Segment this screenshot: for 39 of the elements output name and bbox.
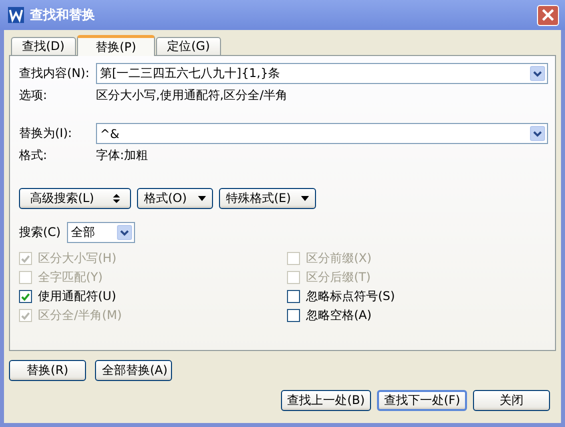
field-label: 查找内容(N): [19, 65, 90, 82]
caret-icon [300, 196, 309, 201]
button[interactable]: 全部替换(A) [95, 360, 172, 381]
checkbox[interactable] [287, 309, 300, 322]
search-label: 搜索(C) [19, 224, 62, 241]
checkbox-label: 区分前缀(X) [306, 250, 372, 267]
option-button[interactable]: 格式(O) [137, 188, 213, 209]
options-label: 选项: [19, 86, 48, 104]
tab[interactable]: 定位(G) [156, 37, 221, 55]
button[interactable]: 替换(R) [9, 360, 86, 381]
window-title: 查找和替换 [30, 7, 96, 24]
checkbox-label: 忽略空格(A) [306, 307, 372, 324]
checkbox[interactable] [19, 290, 32, 303]
close-icon [542, 9, 554, 21]
checkbox-label: 区分后缀(T) [306, 269, 371, 286]
option-button[interactable]: 特殊格式(E) [219, 188, 316, 209]
close-button[interactable] [537, 4, 559, 26]
find-field[interactable]: 第[一二三四五六七八九十]{1,}条 [96, 63, 548, 84]
checkbox[interactable] [287, 290, 300, 303]
checkbox-label: 忽略标点符号(S) [306, 288, 395, 305]
expand-collapse-icon [113, 194, 120, 203]
button[interactable]: 关闭 [473, 390, 550, 411]
replace-field[interactable]: ^& [96, 123, 548, 144]
format-text: 字体:加粗 [96, 146, 148, 164]
tab[interactable]: 查找(D) [11, 37, 76, 55]
field-label: 替换为(I): [19, 125, 73, 142]
caret-icon [198, 196, 206, 201]
checkbox-label: 全字匹配(Y) [38, 269, 103, 286]
button[interactable]: 查找下一处(F) [377, 390, 467, 411]
checkbox-label: 区分全/半角(M) [38, 307, 122, 324]
tab[interactable]: 替换(P) [76, 35, 156, 56]
checkbox-label: 区分大小写(H) [38, 250, 116, 267]
format-label: 格式: [19, 146, 48, 164]
search-select[interactable]: 全部 [67, 222, 135, 243]
app-icon [8, 7, 24, 23]
option-button[interactable]: 高级搜索(L) [19, 188, 131, 209]
checkbox-label: 使用通配符(U) [38, 288, 116, 305]
options-text: 区分大小写,使用通配符,区分全/半角 [96, 86, 288, 104]
button[interactable]: 查找上一处(B) [281, 390, 371, 411]
